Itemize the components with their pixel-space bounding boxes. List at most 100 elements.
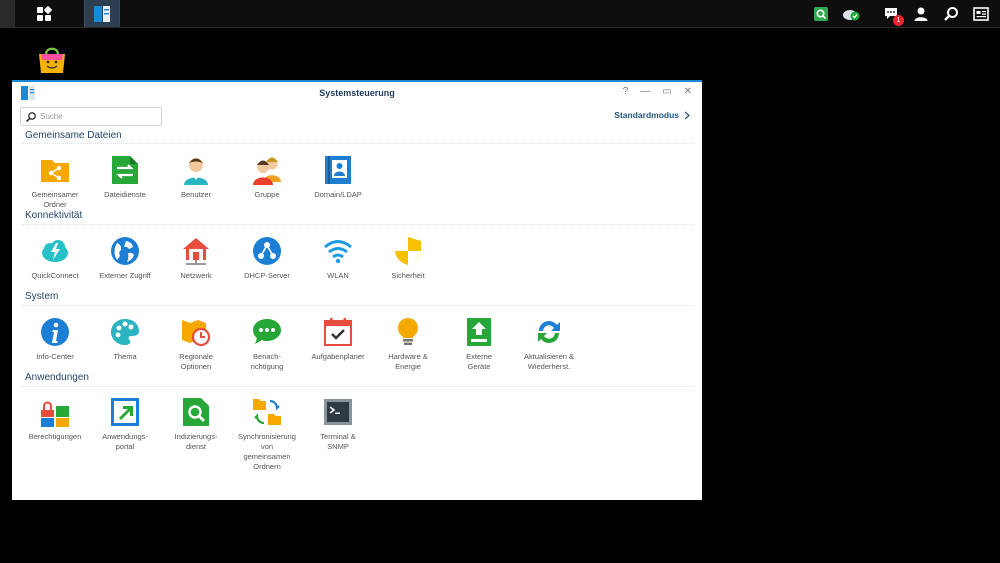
domain-ldap-icon	[325, 156, 351, 184]
user-account-icon[interactable]	[911, 4, 931, 24]
item-theme[interactable]: Thema	[90, 316, 160, 362]
search-icon[interactable]	[941, 4, 961, 24]
refresh-icon	[538, 321, 560, 343]
info-icon	[41, 318, 69, 346]
section-divider	[22, 386, 694, 387]
item-dhcp-server[interactable]: DHCP-Server	[232, 235, 302, 281]
item-label: Benutzer	[180, 190, 212, 199]
user-icon	[184, 158, 208, 185]
quickconnect-icon	[42, 240, 68, 262]
item-external-devices[interactable]: Externe Geräte	[444, 316, 514, 372]
group-icon	[253, 157, 281, 185]
item-group[interactable]: Gruppe	[232, 154, 302, 200]
grid-icon	[37, 5, 52, 21]
item-external-access[interactable]: Externer Zugriff	[90, 235, 160, 281]
item-label: Netzwerk	[180, 271, 212, 280]
close-button[interactable]: ✕	[684, 86, 692, 97]
item-task-scheduler[interactable]: Aufgabenplaner	[303, 316, 373, 362]
item-quickconnect[interactable]: QuickConnect	[20, 235, 90, 281]
search-placeholder: Suche	[40, 112, 63, 121]
section-title-applications: Anwendungen	[25, 372, 89, 383]
item-label: Anwendungs- portal	[102, 432, 148, 451]
task-scheduler-icon	[324, 318, 352, 346]
item-network[interactable]: Netzwerk	[161, 235, 231, 281]
wifi-icon	[324, 240, 352, 264]
item-wlan[interactable]: WLAN	[303, 235, 373, 281]
notification-icon	[253, 319, 281, 344]
item-label: Gemeinsamer Ordner	[31, 190, 79, 209]
mode-label: Standardmodus	[614, 110, 679, 120]
standard-mode-toggle[interactable]: Standardmodus	[614, 110, 690, 120]
item-label: Benach- richtigung	[250, 352, 284, 371]
item-label: Info-Center	[36, 352, 74, 361]
widgets-icon[interactable]	[971, 4, 991, 24]
item-application-portal[interactable]: Anwendungs- portal	[90, 396, 160, 452]
privileges-icon	[41, 401, 69, 427]
regional-options-icon	[182, 320, 211, 347]
network-icon	[183, 238, 209, 265]
chevron-right-icon	[684, 111, 690, 119]
item-shared-folder[interactable]: Gemeinsamer Ordner	[20, 154, 90, 210]
shield-icon	[395, 237, 421, 265]
globe-icon	[111, 237, 139, 265]
search-icon	[25, 111, 36, 122]
item-security[interactable]: Sicherheit	[373, 235, 443, 281]
item-update-restore[interactable]: Aktualisieren & Wiederherst.	[514, 316, 584, 372]
item-hardware-power[interactable]: Hardware & Energie	[373, 316, 443, 372]
file-services-icon	[112, 156, 138, 184]
window-title: Systemsteuerung	[319, 88, 395, 98]
search-app-icon[interactable]	[811, 4, 831, 24]
show-desktop-button[interactable]	[0, 0, 15, 27]
item-label: Gruppe	[254, 190, 280, 199]
search-input[interactable]: Suche	[20, 107, 162, 126]
item-label: WLAN	[327, 271, 349, 280]
app-portal-icon	[111, 398, 139, 426]
item-label: Indizierungs- dienst	[174, 432, 218, 451]
minimize-button[interactable]: —	[640, 86, 650, 97]
item-label: Terminal & SNMP	[320, 432, 356, 451]
item-label: Berechtigungen	[28, 432, 82, 441]
maximize-button[interactable]: ▭	[662, 86, 671, 97]
item-label: Regionale Optionen	[179, 352, 213, 371]
toolbar: Suche Standardmodus	[12, 104, 702, 128]
item-label: Externer Zugriff	[99, 271, 151, 280]
item-regional-options[interactable]: Regionale Optionen	[161, 316, 231, 372]
item-info-center[interactable]: Info-Center	[20, 316, 90, 362]
item-user[interactable]: Benutzer	[161, 154, 231, 200]
item-label: Aktualisieren & Wiederherst.	[523, 352, 575, 371]
item-notification[interactable]: Benach- richtigung	[232, 316, 302, 372]
item-shared-folder-sync[interactable]: Synchronisierung von gemeinsamen Ordnern	[232, 396, 302, 472]
item-label: Dateidienste	[104, 190, 146, 199]
help-button[interactable]: ?	[623, 86, 629, 97]
taskbar-control-panel-tab[interactable]	[84, 0, 120, 27]
section-title-system: System	[25, 291, 59, 302]
window-titlebar[interactable]: Systemsteuerung ? — ▭ ✕	[12, 82, 702, 104]
item-indexing-service[interactable]: Indizierungs- dienst	[161, 396, 231, 452]
package-center-desktop-icon[interactable]	[36, 44, 68, 76]
section-title-connectivity: Konnektivität	[25, 210, 83, 221]
taskbar: 1	[0, 0, 1000, 28]
item-label: Synchronisierung von gemeinsamen Ordnern	[238, 432, 296, 471]
terminal-icon	[324, 399, 352, 425]
item-file-services[interactable]: Dateidienste	[90, 154, 160, 200]
palette-icon	[111, 319, 139, 345]
item-label: Externe Geräte	[466, 352, 492, 371]
folder-sync-icon	[253, 399, 281, 425]
item-label: QuickConnect	[31, 271, 79, 280]
item-privileges[interactable]: Berechtigungen	[20, 396, 90, 442]
cloud-sync-icon[interactable]	[841, 4, 861, 24]
main-menu-button[interactable]	[27, 0, 61, 27]
item-label: Hardware & Energie	[388, 352, 428, 371]
external-devices-icon	[467, 318, 491, 346]
shared-folder-icon	[41, 160, 69, 182]
item-domain-ldap[interactable]: Domain/LDAP	[303, 154, 373, 200]
item-label: Thema	[113, 352, 137, 361]
notification-badge: 1	[893, 14, 904, 26]
section-divider	[22, 143, 694, 144]
item-label: Aufgabenplaner	[311, 352, 365, 361]
chat-icon[interactable]: 1	[881, 4, 904, 26]
lightbulb-icon	[398, 318, 418, 345]
control-panel-window: Systemsteuerung ? — ▭ ✕ Suche Standardmo…	[12, 80, 702, 500]
item-terminal-snmp[interactable]: Terminal & SNMP	[303, 396, 373, 452]
item-label: Sicherheit	[391, 271, 425, 280]
